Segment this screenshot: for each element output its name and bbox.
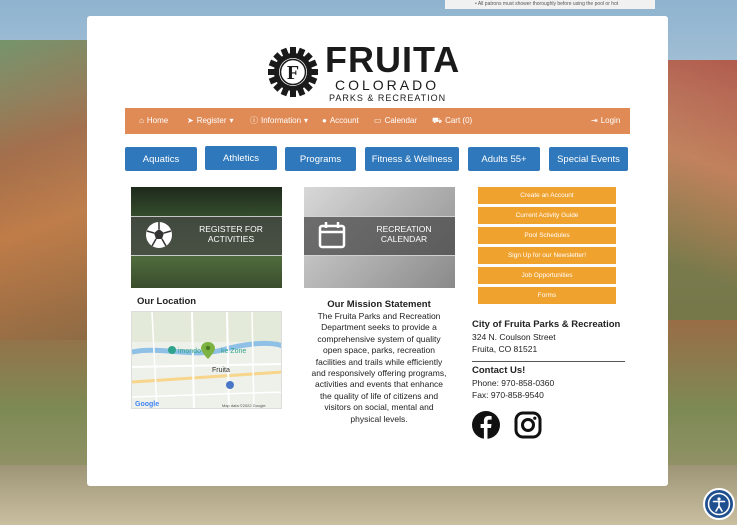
background-notice-strip: • All patrons must shower thoroughly bef… [445, 0, 655, 9]
background-rock-left [0, 40, 95, 340]
map-label-zone: ke Zone [221, 348, 246, 355]
logo-tagline: PARKS & RECREATION [329, 93, 447, 103]
nav-information-label: Information [261, 116, 302, 125]
logo-title: FRUITA [325, 39, 461, 80]
map-label-town: Fruita [212, 367, 230, 374]
map-graphic: imondo ke Zone Fruita Google Map data ©2… [132, 312, 281, 408]
accessibility-icon [707, 492, 731, 516]
pool-schedules-link[interactable]: Pool Schedules [478, 227, 616, 244]
calendar-icon: ▭ [374, 116, 382, 125]
register-tile-label: REGISTER FOR ACTIVITIES [199, 224, 263, 244]
nav-account[interactable]: ● Account [322, 108, 359, 134]
calendar-icon [318, 222, 346, 249]
map-label-park: imondo [178, 348, 201, 355]
category-adults-button[interactable]: Adults 55+ [468, 147, 540, 171]
nav-calendar[interactable]: ▭ Calendar [374, 108, 417, 134]
newsletter-link[interactable]: Sign Up for our Newsletter! [478, 247, 616, 264]
activity-guide-link[interactable]: Current Activity Guide [478, 207, 616, 224]
background-rock-right [665, 60, 737, 320]
location-map[interactable]: imondo ke Zone Fruita Google Map data ©2… [131, 311, 282, 409]
create-account-link[interactable]: Create an Account [478, 187, 616, 204]
contact-divider [472, 361, 625, 362]
main-navbar: ⌂ Home ➤ Register ▾ ⓘ Information ▾ ● Ac… [125, 108, 630, 134]
caret-down-icon: ▾ [229, 116, 234, 125]
nav-cart[interactable]: ⛟ Cart (0) [432, 108, 472, 134]
fax-number: Fax: 970-858-9540 [472, 390, 544, 400]
contact-heading: Contact Us! [472, 365, 526, 376]
category-programs-button[interactable]: Programs [285, 147, 356, 171]
nav-home[interactable]: ⌂ Home [139, 108, 168, 134]
job-opportunities-link[interactable]: Job Opportunities [478, 267, 616, 284]
nav-cart-label: Cart (0) [445, 116, 473, 125]
nav-calendar-label: Calendar [384, 116, 418, 125]
logo-subtitle: COLORADO [335, 77, 440, 93]
cart-icon: ⛟ [432, 116, 443, 125]
nav-information[interactable]: ⓘ Information ▾ [250, 108, 308, 134]
logo-letter: F [287, 62, 299, 84]
nav-register[interactable]: ➤ Register ▾ [187, 108, 234, 134]
user-icon: ● [322, 116, 327, 125]
register-activities-tile[interactable]: REGISTER FOR ACTIVITIES [131, 187, 282, 288]
calendar-tile-label: RECREATION CALENDAR [376, 224, 432, 244]
category-athletics-button[interactable]: Athletics [205, 146, 277, 170]
main-card: F FRUITA COLORADO PARKS & RECREATION ⌂ H… [87, 16, 668, 486]
soccer-ball-icon [146, 222, 172, 248]
category-aquatics-button[interactable]: Aquatics [125, 147, 197, 171]
sign-in-icon: ⇥ [591, 116, 598, 125]
mission-body: The Fruita Parks and Recreation Departme… [311, 311, 447, 424]
mission-title: Our Mission Statement [327, 299, 431, 310]
address-line-1: 324 N. Coulson Street [472, 332, 556, 342]
site-logo[interactable]: F FRUITA COLORADO PARKS & RECREATION [267, 39, 467, 103]
category-buttons: Aquatics Athletics Programs Fitness & We… [125, 146, 630, 171]
facebook-icon[interactable] [472, 411, 500, 439]
location-title: Our Location [137, 296, 197, 307]
map-credit: Map data ©2022 Google [222, 403, 266, 408]
contact-info: City of Fruita Parks & Recreation 324 N.… [472, 319, 632, 401]
nav-account-label: Account [329, 116, 359, 125]
caret-down-icon: ▾ [304, 116, 309, 125]
nav-register-label: Register [196, 116, 227, 125]
org-name: City of Fruita Parks & Recreation [472, 319, 621, 330]
info-icon: ⓘ [250, 116, 258, 125]
home-icon: ⌂ [139, 116, 144, 125]
nav-login[interactable]: ⇥ Login [591, 108, 620, 134]
category-fitness-button[interactable]: Fitness & Wellness [365, 147, 459, 171]
gear-logo-icon: F [268, 47, 318, 97]
category-special-events-button[interactable]: Special Events [549, 147, 628, 171]
phone-number: Phone: 970-858-0360 [472, 378, 555, 388]
recreation-calendar-tile[interactable]: RECREATION CALENDAR [304, 187, 455, 288]
mission-statement: Our Mission Statement The Fruita Parks a… [295, 298, 463, 425]
map-google-logo: Google [135, 401, 159, 408]
paper-plane-icon: ➤ [187, 116, 194, 125]
forms-link[interactable]: Forms [478, 287, 616, 304]
nav-home-label: Home [146, 116, 169, 125]
accessibility-button[interactable] [703, 488, 735, 520]
address-line-2: Fruita, CO 81521 [472, 344, 538, 354]
instagram-icon[interactable] [514, 411, 542, 439]
nav-login-label: Login [600, 116, 621, 125]
